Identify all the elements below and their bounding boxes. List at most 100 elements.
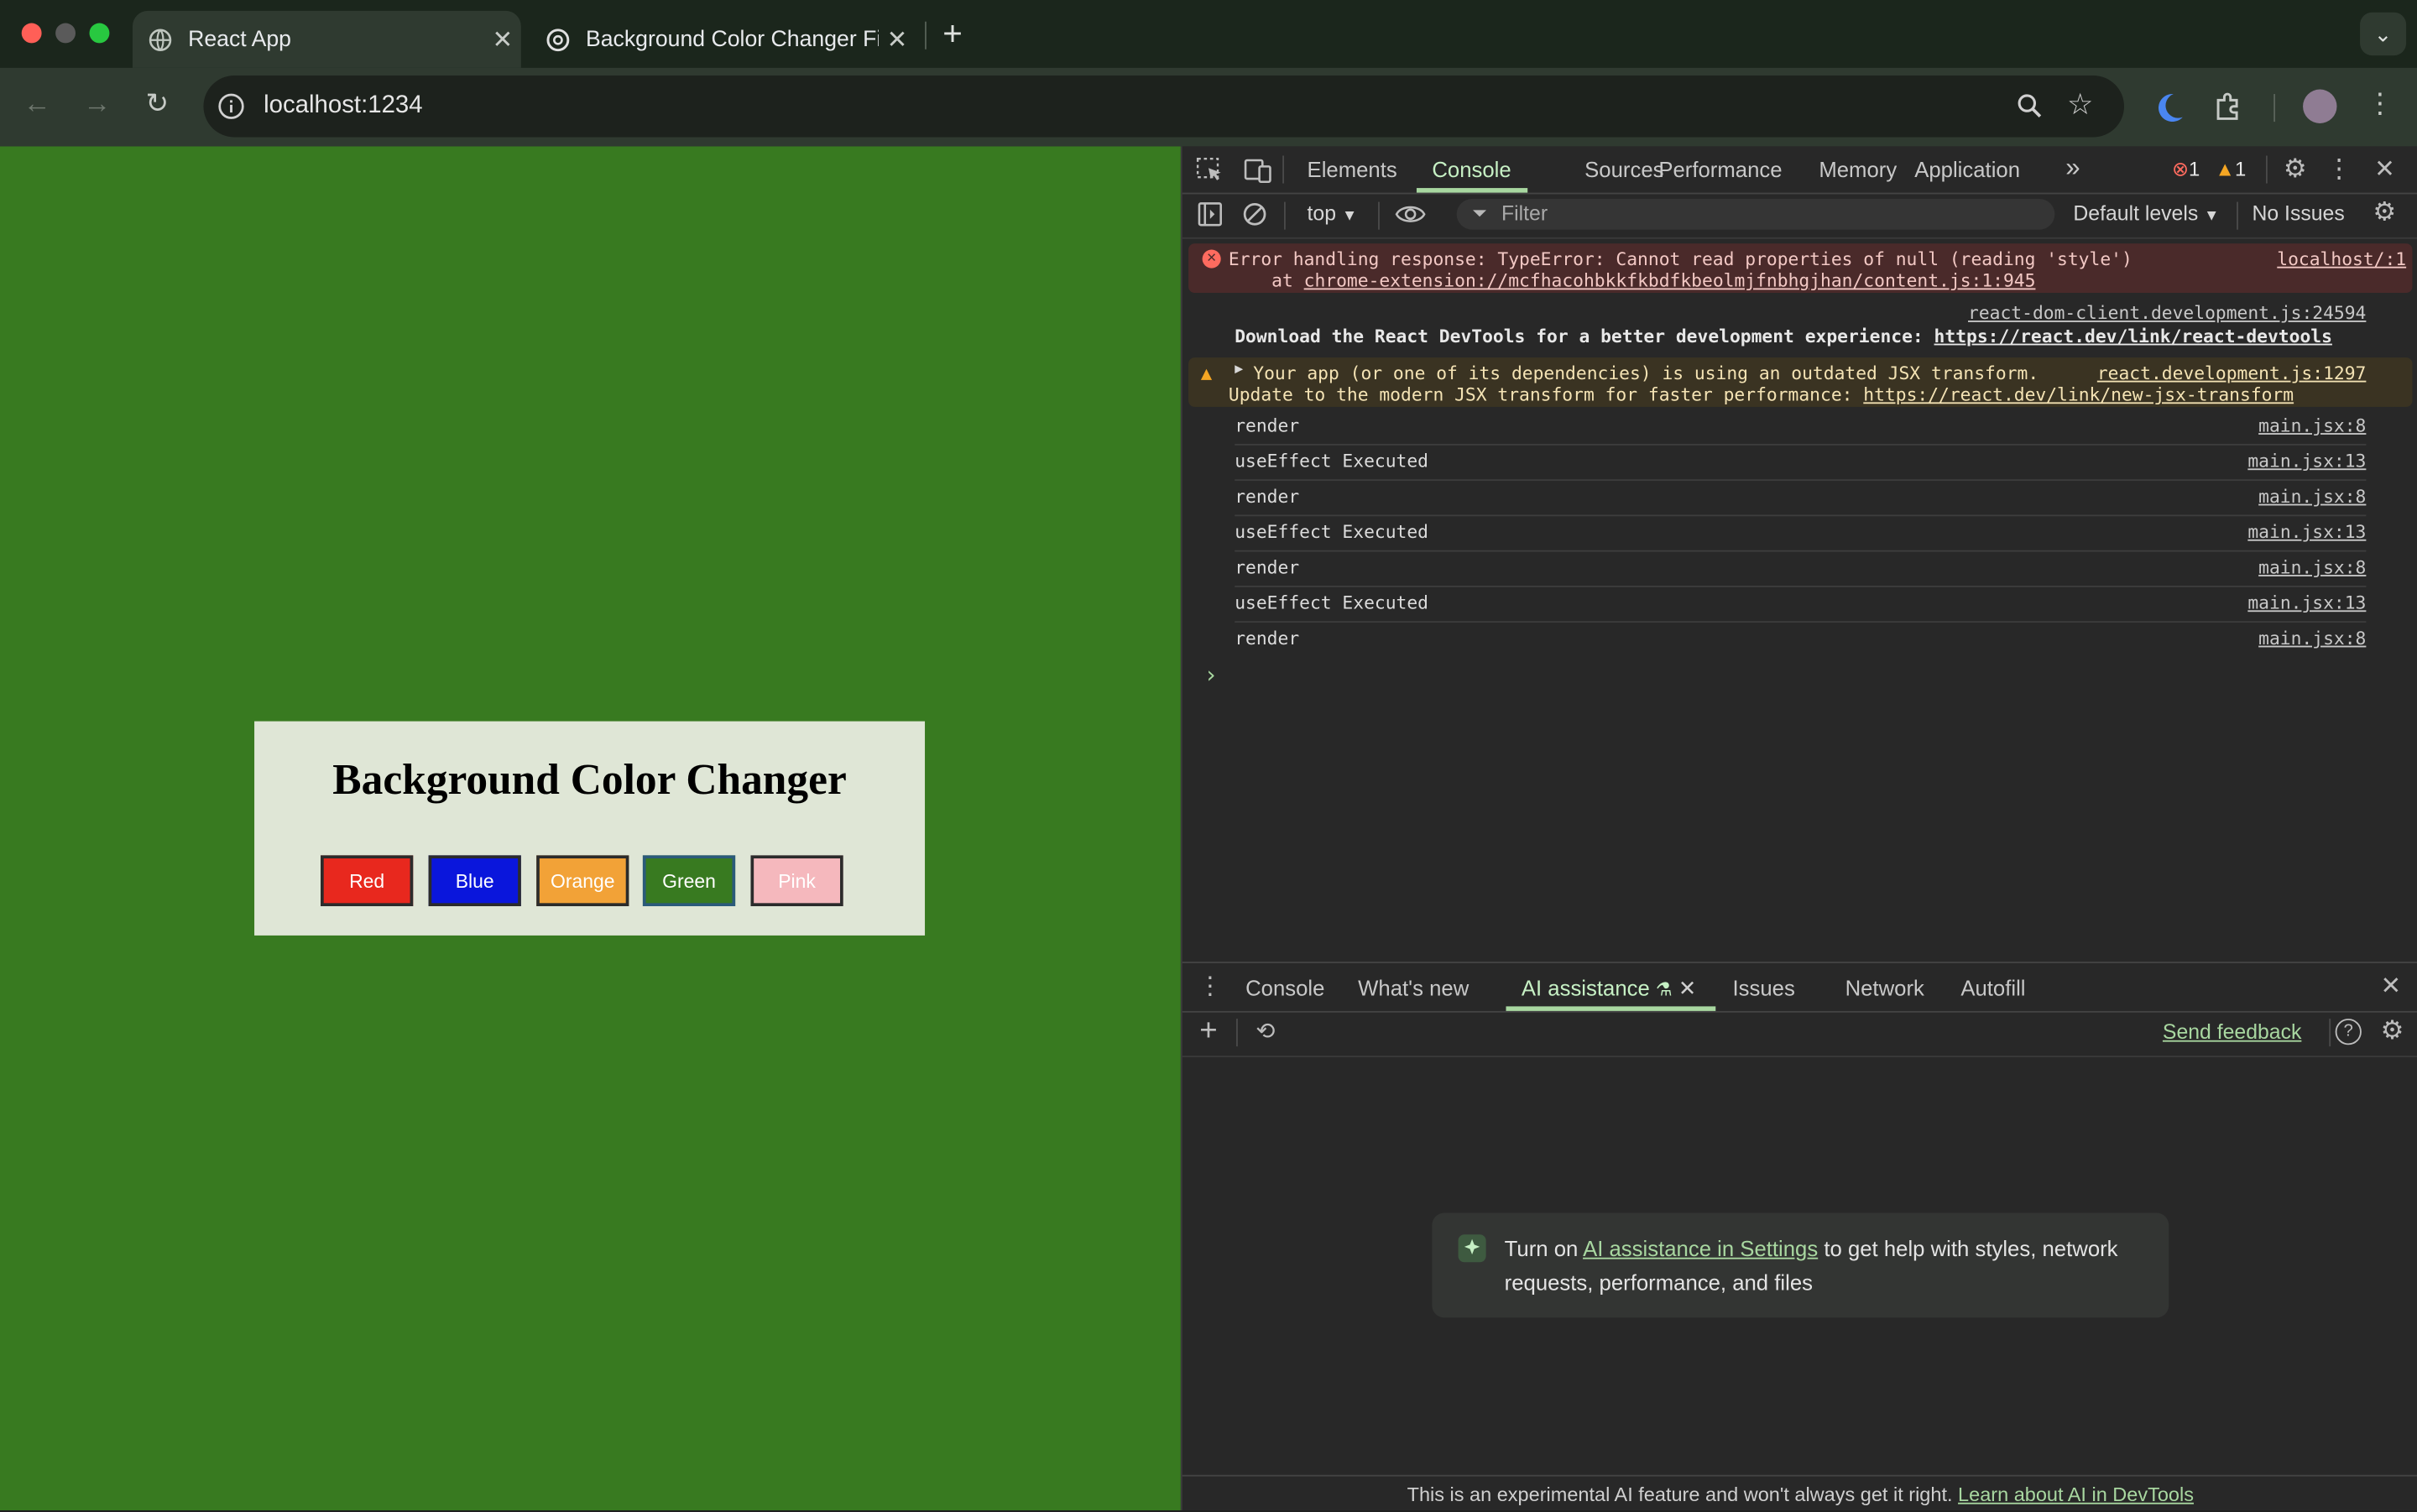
- log-source-link[interactable]: main.jsx:8: [2258, 628, 2366, 649]
- error-source-link[interactable]: localhost/:1: [2277, 248, 2406, 270]
- red-button[interactable]: Red: [321, 855, 414, 906]
- ai-settings-gear-icon[interactable]: ⚙: [2378, 1015, 2406, 1046]
- log-source-link[interactable]: main.jsx:8: [2258, 414, 2366, 436]
- send-feedback-link[interactable]: Send feedback: [2163, 1020, 2301, 1044]
- stack-prefix: at: [1228, 269, 1304, 292]
- stack-link[interactable]: chrome-extension://mcfhacohbkkfkbdfkbeol…: [1304, 269, 2036, 291]
- learn-about-ai-link[interactable]: Learn about AI in DevTools: [1958, 1483, 2194, 1506]
- dark-reader-moon-icon[interactable]: [2152, 91, 2185, 124]
- drawer-tab-issues[interactable]: Issues: [1732, 976, 1794, 1000]
- profile-avatar[interactable]: [2303, 89, 2337, 123]
- green-button[interactable]: Green: [642, 855, 736, 906]
- tab-divider: [925, 21, 927, 50]
- close-tab-icon[interactable]: ✕: [484, 23, 521, 55]
- close-drawer-tab-icon[interactable]: ✕: [1678, 976, 1697, 1000]
- sidebar-toggle-icon[interactable]: [1198, 202, 1222, 227]
- drawer-tab-whats-new[interactable]: What's new: [1358, 976, 1469, 1000]
- log-text: useEffect Executed: [1235, 592, 1428, 614]
- tab-background-color-changer[interactable]: Background Color Changer Fi ✕: [530, 11, 916, 68]
- ai-disclaimer-footer: This is an experimental AI feature and w…: [1182, 1474, 2417, 1512]
- ai-assistance-callout: Turn on AI assistance in Settings to get…: [1432, 1212, 2169, 1318]
- info-source-link[interactable]: react-dom-client.development.js:24594: [1968, 302, 2366, 324]
- live-expression-eye-icon[interactable]: [1395, 203, 1426, 225]
- close-window-button[interactable]: [21, 23, 42, 44]
- error-count: 1: [2188, 157, 2200, 180]
- tab-memory[interactable]: Memory: [1819, 157, 1897, 181]
- forward-icon[interactable]: →: [79, 88, 116, 121]
- log-levels-label: Default levels: [2073, 201, 2199, 226]
- log-separator: [1235, 585, 2367, 587]
- warning-count: 1: [2235, 157, 2247, 180]
- warning-counter[interactable]: ▲1: [2215, 157, 2246, 180]
- devtools-menu-icon[interactable]: ⋮: [2326, 154, 2352, 185]
- reload-icon[interactable]: ↻: [138, 88, 175, 121]
- device-toolbar-icon[interactable]: [1244, 157, 1271, 184]
- devtools-main-tabs: Elements Console Sources Performance Mem…: [1182, 146, 2417, 195]
- help-icon[interactable]: ?: [2335, 1019, 2362, 1045]
- drawer-tab-network[interactable]: Network: [1845, 976, 1924, 1000]
- error-counter[interactable]: ⊗1: [2172, 157, 2200, 181]
- address-bar[interactable]: localhost:1234 ☆: [203, 75, 2125, 138]
- drawer-tab-ai-assistance[interactable]: AI assistance ⚗ ✕: [1522, 976, 1697, 1002]
- tab-sources[interactable]: Sources: [1584, 157, 1663, 181]
- tab-elements[interactable]: Elements: [1308, 157, 1397, 181]
- console-settings-gear-icon[interactable]: ⚙: [2369, 197, 2400, 228]
- log-source-link[interactable]: main.jsx:8: [2258, 556, 2366, 578]
- jsx-transform-link[interactable]: https://react.dev/link/new-jsx-transform: [1863, 383, 2294, 405]
- pink-button[interactable]: Pink: [750, 855, 843, 906]
- browser-toolbar: ← → ↻ localhost:1234 ☆ ⋮: [0, 67, 2417, 147]
- new-tab-button[interactable]: +: [936, 14, 969, 55]
- context-selector[interactable]: top ▼: [1308, 202, 1358, 226]
- warning-icon: ▲: [1200, 362, 1213, 384]
- site-info-icon[interactable]: [217, 92, 245, 120]
- divider: [1283, 201, 1286, 230]
- tab-application[interactable]: Application: [1914, 157, 2020, 181]
- new-chat-plus-icon[interactable]: +: [1194, 1014, 1222, 1050]
- log-levels-dropdown[interactable]: Default levels ▼: [2073, 202, 2219, 226]
- chatgpt-icon: [546, 28, 570, 51]
- tab-search-button[interactable]: ⌄: [2360, 12, 2407, 56]
- error-text: Error handling response: TypeError: Cann…: [1228, 248, 2132, 270]
- error-icon: ⊗: [2171, 157, 2189, 180]
- log-source-link[interactable]: main.jsx:13: [2247, 521, 2366, 543]
- warning-text-line2: Update to the modern JSX transform for f…: [1229, 383, 2294, 405]
- warning-text: Your app (or one of its dependencies) is…: [1253, 362, 2039, 384]
- close-drawer-icon[interactable]: ✕: [2377, 971, 2404, 1002]
- history-icon[interactable]: ⟲: [1251, 1017, 1279, 1045]
- divider: [1282, 155, 1284, 184]
- filter-input[interactable]: ⏷ Filter: [1456, 198, 2055, 230]
- browser-menu-icon[interactable]: ⋮: [2362, 88, 2399, 121]
- tab-react-app[interactable]: React App ✕: [132, 10, 521, 68]
- log-text: render: [1235, 556, 1300, 578]
- drawer-tab-console[interactable]: Console: [1245, 976, 1324, 1000]
- tab-performance[interactable]: Performance: [1658, 157, 1782, 181]
- minimize-window-button[interactable]: [55, 23, 76, 44]
- drawer-tab-autofill[interactable]: Autofill: [1960, 976, 2025, 1000]
- settings-gear-icon[interactable]: ⚙: [2280, 154, 2311, 185]
- ai-settings-link[interactable]: AI assistance in Settings: [1583, 1236, 1818, 1260]
- log-source-link[interactable]: main.jsx:13: [2247, 592, 2366, 613]
- log-source-link[interactable]: main.jsx:8: [2258, 486, 2366, 508]
- blue-button[interactable]: Blue: [428, 855, 521, 906]
- orange-button[interactable]: Orange: [536, 855, 629, 906]
- zoom-icon[interactable]: [2016, 92, 2044, 120]
- console-log-list: render main.jsx:8 useEffect Executed mai…: [1188, 411, 2412, 812]
- react-devtools-link[interactable]: https://react.dev/link/react-devtools: [1934, 326, 2332, 347]
- inspect-element-icon[interactable]: [1196, 157, 1224, 183]
- extensions-puzzle-icon[interactable]: [2214, 91, 2245, 122]
- page-viewport: Background Color Changer Red Blue Orange…: [0, 146, 1181, 1510]
- clear-console-icon[interactable]: [1242, 202, 1266, 227]
- issues-counter[interactable]: No Issues: [2252, 202, 2344, 226]
- expand-arrow-icon[interactable]: ▶: [1235, 362, 1243, 378]
- bookmark-star-icon[interactable]: ☆: [2067, 88, 2093, 123]
- drawer-menu-icon[interactable]: ⋮: [1198, 971, 1222, 1002]
- log-source-link[interactable]: main.jsx:13: [2247, 450, 2366, 472]
- close-devtools-icon[interactable]: ✕: [2371, 154, 2399, 185]
- tab-console[interactable]: Console: [1432, 157, 1511, 181]
- back-icon[interactable]: ←: [18, 88, 55, 121]
- warning-source-link[interactable]: react.development.js:1297: [2097, 362, 2367, 384]
- close-tab-icon[interactable]: ✕: [879, 23, 916, 55]
- console-prompt-icon[interactable]: ›: [1203, 661, 1218, 689]
- more-tabs-button[interactable]: »: [2065, 153, 2080, 184]
- zoom-window-button[interactable]: [89, 23, 110, 44]
